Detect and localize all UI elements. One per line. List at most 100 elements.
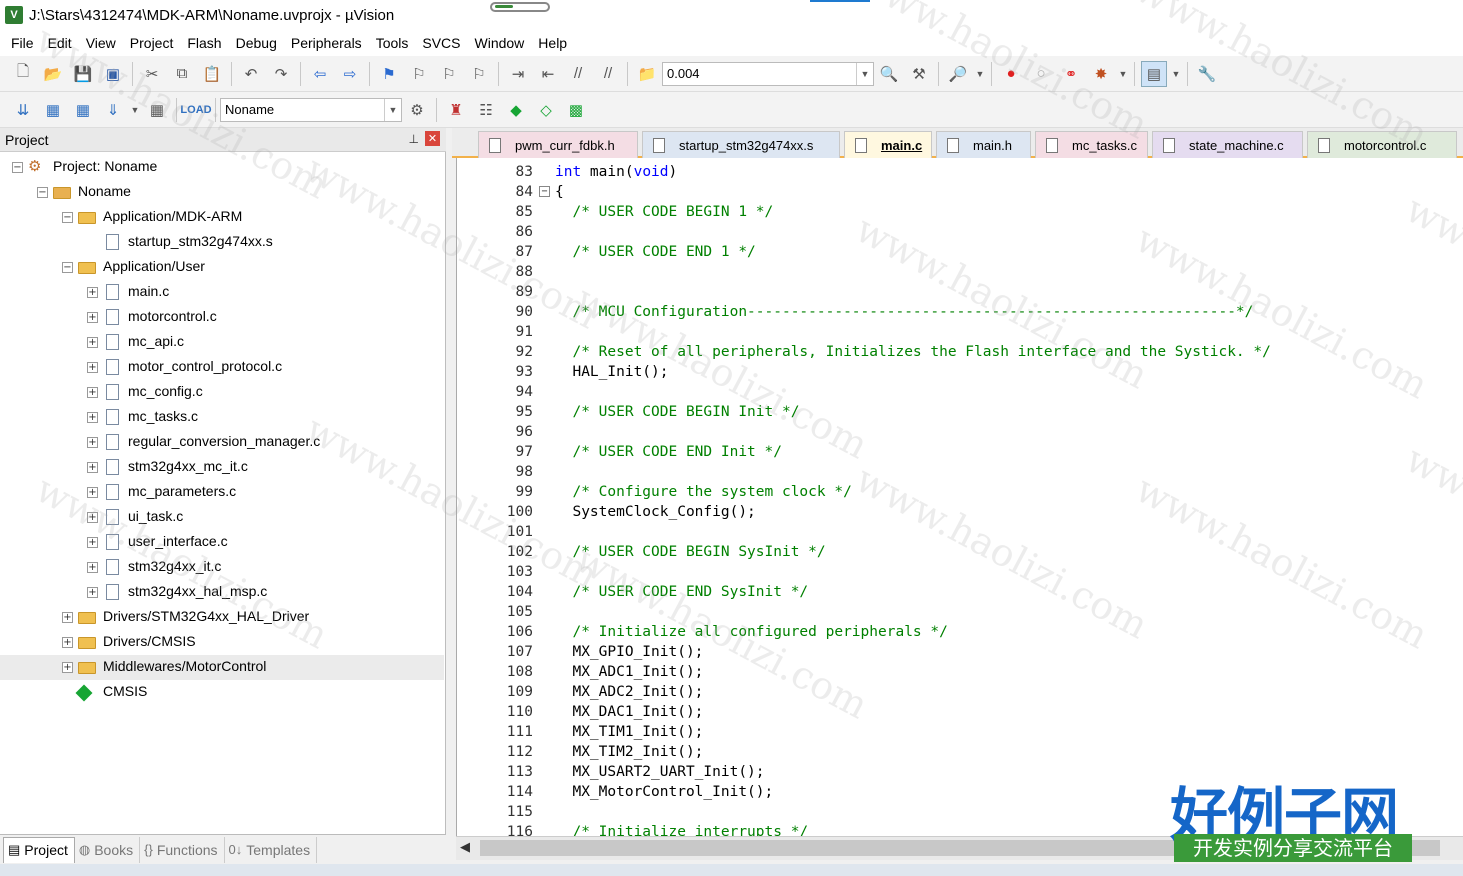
expand-icon[interactable]: + <box>87 462 98 473</box>
expand-icon[interactable]: + <box>87 487 98 498</box>
rte-icon[interactable]: ◆ <box>503 97 529 123</box>
tree-node[interactable]: CMSIS <box>0 680 444 705</box>
find-combo[interactable]: 0.004 ▼ <box>662 61 874 86</box>
open-file-icon[interactable]: 📂 <box>40 61 66 87</box>
build-icon[interactable]: ▦ <box>40 97 66 123</box>
configure-icon[interactable]: 🔧 <box>1194 61 1220 87</box>
bookmark-prev-icon[interactable]: ⚐ <box>406 61 432 87</box>
tree-node[interactable]: + user_interface.c <box>0 530 444 555</box>
editor-tab[interactable]: startup_stm32g474xx.s <box>642 131 840 158</box>
breakpoint-insert-icon[interactable]: ● <box>998 61 1024 87</box>
pack-installer-icon[interactable]: ◇ <box>533 97 559 123</box>
menu-debug[interactable]: Debug <box>229 30 284 56</box>
tree-node[interactable]: − Application/User <box>0 255 444 280</box>
tab-functions[interactable]: {} Functions <box>140 836 225 863</box>
fold-collapse-icon[interactable]: − <box>539 186 550 197</box>
editor-tab[interactable]: pwm_curr_fdbk.h <box>478 131 638 158</box>
menu-file[interactable]: File <box>4 30 41 56</box>
tree-node[interactable]: + main.c <box>0 280 444 305</box>
collapse-icon[interactable]: − <box>37 187 48 198</box>
select-packs-icon[interactable]: ▩ <box>563 97 589 123</box>
redo-icon[interactable]: ↷ <box>268 61 294 87</box>
navigate-forward-icon[interactable]: ⇨ <box>337 61 363 87</box>
tree-node[interactable]: − Noname <box>0 180 444 205</box>
chevron-down-icon[interactable]: ▼ <box>856 62 873 85</box>
scroll-left-icon[interactable]: ◀ <box>460 839 470 855</box>
expand-icon[interactable]: + <box>87 312 98 323</box>
tree-node[interactable]: − ⚙ Project: Noname <box>0 155 444 180</box>
new-file-icon[interactable]: 🗋 <box>10 61 36 87</box>
tree-node[interactable]: + ui_task.c <box>0 505 444 530</box>
stop-build-icon[interactable]: ▦ <box>144 97 170 123</box>
menu-peripherals[interactable]: Peripherals <box>284 30 369 56</box>
rebuild-icon[interactable]: ▦ <box>70 97 96 123</box>
tab-templates[interactable]: 0↓ Templates <box>225 836 318 863</box>
collapse-icon[interactable]: − <box>62 262 73 273</box>
expand-icon[interactable]: + <box>87 287 98 298</box>
expand-icon[interactable]: + <box>62 612 73 623</box>
batch-build-icon[interactable]: ⇓ <box>100 97 126 123</box>
menu-edit[interactable]: Edit <box>41 30 79 56</box>
comment-icon[interactable]: // <box>565 61 591 87</box>
navigate-back-icon[interactable]: ⇦ <box>307 61 333 87</box>
editor-tab[interactable]: main.c <box>844 131 932 158</box>
tree-node[interactable]: + mc_api.c <box>0 330 444 355</box>
bookmark-insert-icon[interactable]: ⚑ <box>376 61 402 87</box>
code-editor[interactable]: 83 int main(void) 84−{85 /* USER CODE BEGI… <box>456 158 1463 836</box>
expand-icon[interactable]: + <box>62 662 73 673</box>
close-icon[interactable]: ✕ <box>425 131 440 146</box>
chevron-down-icon[interactable]: ▼ <box>384 98 401 121</box>
find-in-files-icon[interactable]: 📁 <box>634 61 660 87</box>
indent-icon[interactable]: ⇥ <box>505 61 531 87</box>
menu-svcs[interactable]: SVCS <box>415 30 467 56</box>
bookmark-clear-icon[interactable]: ⚐ <box>466 61 492 87</box>
save-icon[interactable]: 💾 <box>70 61 96 87</box>
cut-icon[interactable]: ✂ <box>139 61 165 87</box>
menu-tools[interactable]: Tools <box>369 30 416 56</box>
manage-components-icon[interactable]: ☷ <box>473 97 499 123</box>
expand-icon[interactable]: + <box>87 412 98 423</box>
bookmark-next-icon[interactable]: ⚐ <box>436 61 462 87</box>
undo-icon[interactable]: ↶ <box>238 61 264 87</box>
find-icon[interactable]: 🔍 <box>876 61 902 87</box>
debug-session-icon[interactable]: 🔎 <box>945 61 971 87</box>
tree-node[interactable]: + stm32g4xx_it.c <box>0 555 444 580</box>
paste-icon[interactable]: 📋 <box>199 61 225 87</box>
chevron-down-icon[interactable]: ▼ <box>1171 61 1181 87</box>
editor-tab[interactable]: state_machine.c <box>1152 131 1303 158</box>
expand-icon[interactable]: + <box>87 587 98 598</box>
tab-books[interactable]: ◍ Books <box>75 836 141 863</box>
pin-icon[interactable]: ⊥ <box>409 132 419 146</box>
collapse-icon[interactable]: − <box>62 212 73 223</box>
menu-window[interactable]: Window <box>468 30 532 56</box>
editor-tab[interactable]: main.h <box>936 131 1031 158</box>
tree-node[interactable]: + Middlewares/MotorControl <box>0 655 444 680</box>
tree-node[interactable]: + regular_conversion_manager.c <box>0 430 444 455</box>
tree-node[interactable]: + mc_config.c <box>0 380 444 405</box>
target-select[interactable]: Noname ▼ <box>220 97 402 122</box>
menu-help[interactable]: Help <box>531 30 574 56</box>
expand-icon[interactable]: + <box>62 637 73 648</box>
tree-node[interactable]: startup_stm32g474xx.s <box>0 230 444 255</box>
expand-icon[interactable]: + <box>87 362 98 373</box>
expand-icon[interactable]: + <box>87 437 98 448</box>
tree-node[interactable]: + motor_control_protocol.c <box>0 355 444 380</box>
window-layout-icon[interactable]: ▤ <box>1141 60 1167 87</box>
tree-node[interactable]: + mc_parameters.c <box>0 480 444 505</box>
translate-icon[interactable]: ⇊ <box>10 97 36 123</box>
chevron-down-icon[interactable]: ▼ <box>975 61 985 87</box>
copy-icon[interactable]: ⧉ <box>169 61 195 87</box>
collapse-icon[interactable]: − <box>12 162 23 173</box>
download-load-icon[interactable]: LOAD <box>180 97 211 123</box>
editor-tab[interactable]: motorcontrol.c <box>1307 131 1457 158</box>
tree-node[interactable]: + Drivers/CMSIS <box>0 630 444 655</box>
tree-node[interactable]: + stm32g4xx_mc_it.c <box>0 455 444 480</box>
menu-view[interactable]: View <box>79 30 123 56</box>
breakpoint-kill-all-icon[interactable]: ✸ <box>1088 61 1114 87</box>
incremental-find-icon[interactable]: ⚒ <box>906 61 932 87</box>
expand-icon[interactable]: + <box>87 387 98 398</box>
chevron-down-icon[interactable]: ▼ <box>130 97 140 123</box>
tree-node[interactable]: + mc_tasks.c <box>0 405 444 430</box>
menu-project[interactable]: Project <box>123 30 181 56</box>
uncomment-icon[interactable]: // <box>595 61 621 87</box>
